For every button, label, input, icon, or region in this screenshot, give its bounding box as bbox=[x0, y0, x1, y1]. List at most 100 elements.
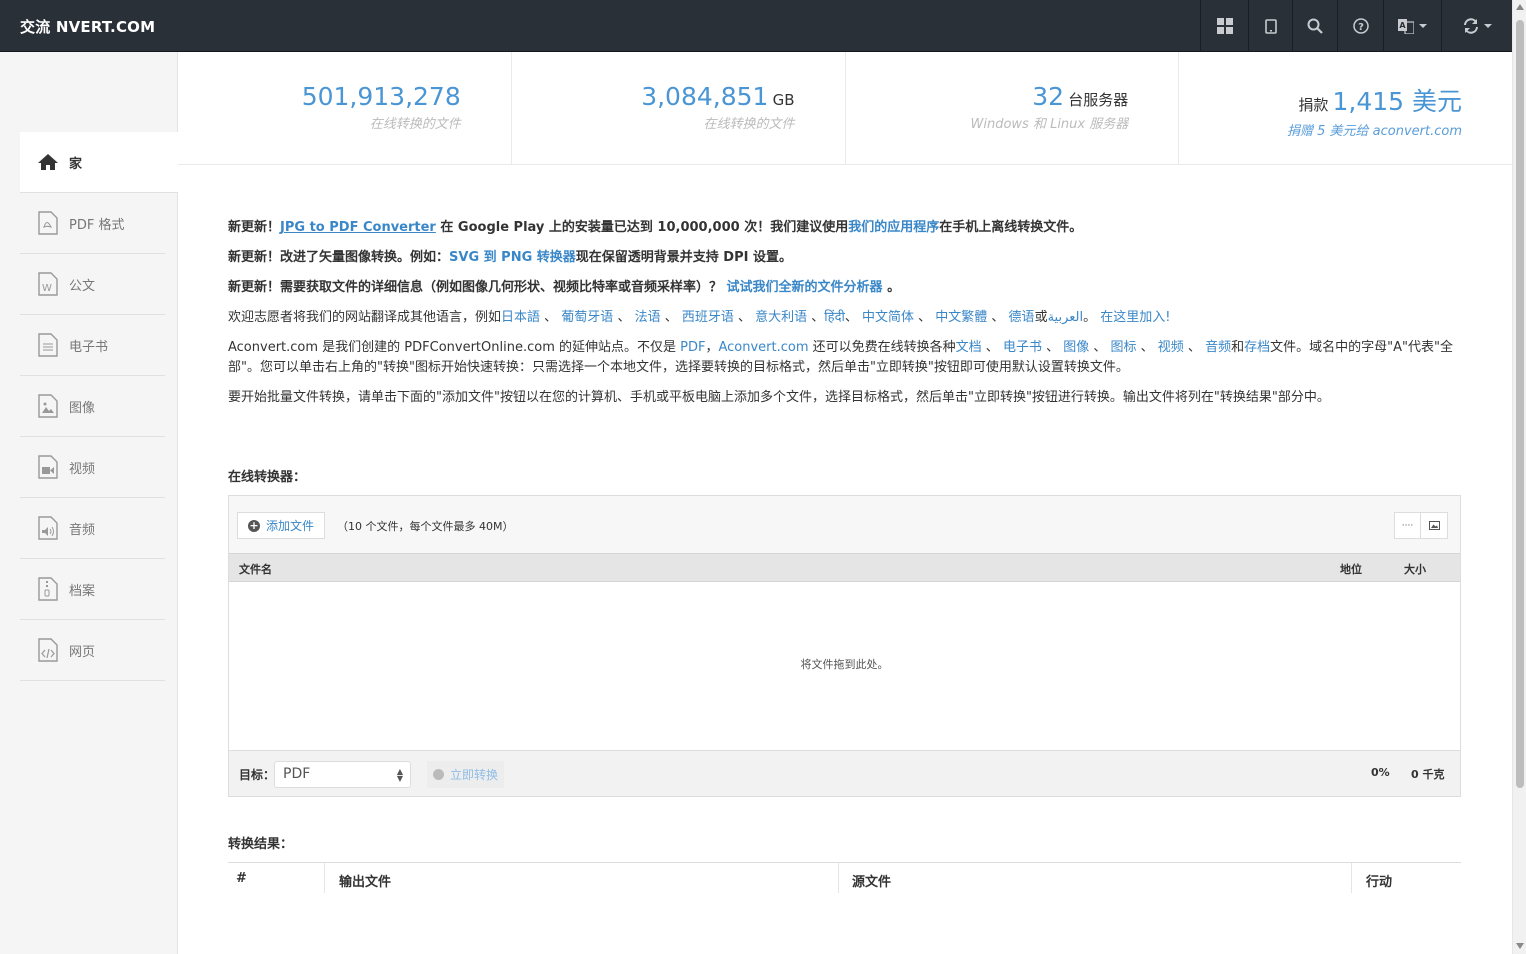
search-button[interactable] bbox=[1292, 0, 1337, 52]
donate-link[interactable]: 捐赠 5 美元给 aconvert.com bbox=[1179, 120, 1462, 139]
news-text: 新更新！ bbox=[228, 220, 281, 235]
column-number: # bbox=[236, 871, 247, 886]
sidebar-item-ebook[interactable]: 电子书 bbox=[20, 315, 165, 376]
intro-text-part: ， bbox=[705, 340, 719, 355]
news-text: 在 Google Play 上的安装量已达到 10,000,000 次！我们建议… bbox=[435, 220, 849, 235]
lang-link-italian[interactable]: 意大利语 bbox=[755, 310, 807, 325]
help-button[interactable]: ? bbox=[1337, 0, 1383, 52]
sidebar-item-label: 视频 bbox=[69, 461, 96, 477]
intro-text-part: 还可以免费在线转换各种 bbox=[808, 340, 956, 355]
pdf-link[interactable]: PDF bbox=[680, 340, 705, 355]
aconvert-link[interactable]: Aconvert.com bbox=[718, 340, 808, 355]
file-drop-zone[interactable]: 将文件拖到此处。 bbox=[229, 582, 1460, 750]
ebook-link[interactable]: 电子书 bbox=[1003, 340, 1042, 355]
lang-link-spanish[interactable]: 西班牙语 bbox=[682, 310, 734, 325]
column-action: 行动 bbox=[1366, 875, 1393, 890]
list-view-button[interactable]: ···· bbox=[1394, 512, 1421, 539]
news-item-1: 新更新！JPG to PDF Converter 在 Google Play 上… bbox=[228, 218, 1468, 238]
scroll-down-arrow-icon[interactable] bbox=[1516, 943, 1524, 949]
stat-unit: 台服务器 bbox=[1068, 91, 1129, 109]
intro-text-part: 和 bbox=[1231, 340, 1245, 355]
news-text: 在手机上离线转换文件。 bbox=[939, 220, 1083, 235]
view-toggle: ···· bbox=[1394, 512, 1448, 539]
select-arrows-icon: ▲ ▼ bbox=[396, 767, 403, 783]
file-analyzer-link[interactable]: 试试我们全新的文件分析器 bbox=[727, 280, 883, 295]
navbar-buttons: ? A bbox=[1200, 0, 1512, 52]
scroll-up-arrow-icon[interactable] bbox=[1516, 4, 1524, 10]
thumbnail-view-button[interactable] bbox=[1421, 512, 1448, 539]
home-icon bbox=[34, 148, 62, 176]
lang-link-japanese[interactable]: 日本語 bbox=[501, 310, 540, 325]
sidebar-item-archive[interactable]: 档案 bbox=[20, 559, 165, 620]
sidebar-item-webpage[interactable]: 网页 bbox=[20, 620, 165, 681]
lang-link-chinese-traditional[interactable]: 中文繁體 bbox=[935, 310, 987, 325]
image-file-icon bbox=[34, 392, 62, 420]
icon-link[interactable]: 图标 bbox=[1111, 340, 1137, 355]
target-format-select[interactable]: PDF ▲ ▼ bbox=[274, 761, 411, 788]
image-link[interactable]: 图像 bbox=[1063, 340, 1089, 355]
jpg-to-pdf-link[interactable]: JPG to PDF Converter bbox=[280, 220, 436, 235]
stat-caption: Windows 和 Linux 服务器 bbox=[970, 117, 1129, 132]
sidebar-item-label: 图像 bbox=[69, 400, 96, 416]
convert-now-button[interactable]: 立即转换 bbox=[427, 761, 505, 788]
target-label: 目标： bbox=[239, 768, 276, 782]
add-files-label: 添加文件 bbox=[266, 519, 315, 533]
stat-prefix: 捐款 bbox=[1298, 96, 1329, 114]
lang-link-chinese-simplified[interactable]: 中文简体 bbox=[862, 310, 914, 325]
batch-text: 要开始批量文件转换，请单击下面的"添加文件"按钮以在您的计算机、手机或平板电脑上… bbox=[228, 390, 1330, 405]
site-logo[interactable]: 交流 NVERT.COM bbox=[20, 16, 155, 37]
svg-to-png-link[interactable]: SVG 到 PNG 转换器 bbox=[449, 250, 576, 265]
archive-link[interactable]: 存档 bbox=[1244, 340, 1270, 355]
lang-link-french[interactable]: 法语 bbox=[635, 310, 661, 325]
svg-text:W: W bbox=[42, 283, 52, 294]
audio-file-icon bbox=[34, 514, 62, 542]
document-link[interactable]: 文档 bbox=[956, 340, 982, 355]
convert-refresh-button[interactable] bbox=[1441, 0, 1512, 52]
total-progress: 0% bbox=[1371, 766, 1390, 779]
news-item-3: 新更新！需要获取文件的详细信息（例如图像几何形状、视频比特率或音频采样率）？ 试… bbox=[228, 278, 1468, 298]
add-files-button[interactable]: + 添加文件 bbox=[237, 512, 326, 539]
sidebar-item-document[interactable]: W 公文 bbox=[20, 254, 165, 315]
lang-link-hindi[interactable]: हिंदी bbox=[824, 310, 845, 325]
help-icon: ? bbox=[1352, 18, 1369, 34]
files-table-header: 文件名 地位 大小 bbox=[229, 553, 1460, 582]
stat-files-converted: 501,913,278 在线转换的文件 bbox=[178, 52, 512, 164]
sidebar-item-label: PDF 格式 bbox=[69, 217, 125, 233]
column-filename: 文件名 bbox=[239, 563, 272, 576]
sidebar-item-pdf[interactable]: PDF 格式 bbox=[20, 193, 165, 254]
archive-file-icon bbox=[34, 575, 62, 603]
our-app-link[interactable]: 我们的应用程序 bbox=[848, 220, 939, 235]
sidebar-item-label: 电子书 bbox=[69, 339, 109, 355]
news-text: 现在保留透明背景并支持 DPI 设置。 bbox=[575, 250, 792, 265]
stat-caption: 在线转换的文件 bbox=[369, 117, 461, 132]
volunteer-text: 欢迎志愿者将我们的网站翻译成其他语言，例如日本語 、 葡萄牙语 、 法语 、 西… bbox=[228, 310, 1171, 325]
lang-link-arabic[interactable]: العربية bbox=[1048, 310, 1084, 325]
pdf-file-icon bbox=[34, 209, 62, 237]
tablet-button[interactable] bbox=[1248, 0, 1292, 52]
column-status: 地位 bbox=[1340, 563, 1362, 576]
page-scrollbar[interactable] bbox=[1512, 0, 1526, 954]
sidebar-item-label: 音频 bbox=[69, 522, 96, 538]
lang-link-german[interactable]: 德语 bbox=[1009, 310, 1035, 325]
sidebar-item-audio[interactable]: 音频 bbox=[20, 498, 165, 559]
convert-circle-icon bbox=[433, 769, 444, 780]
svg-text:?: ? bbox=[1358, 22, 1364, 33]
language-button[interactable]: A bbox=[1383, 0, 1441, 52]
sidebar-item-label: 公文 bbox=[69, 278, 96, 294]
audio-link[interactable]: 音频 bbox=[1205, 340, 1231, 355]
or-text: 或 bbox=[1034, 310, 1048, 325]
scroll-thumb[interactable] bbox=[1516, 20, 1524, 788]
lang-link-portuguese[interactable]: 葡萄牙语 bbox=[561, 310, 613, 325]
video-link[interactable]: 视频 bbox=[1158, 340, 1184, 355]
sidebar-item-home[interactable]: 家 bbox=[20, 132, 179, 193]
join-here-link[interactable]: 在这里加入! bbox=[1100, 310, 1170, 325]
converter-footer: 目标： PDF ▲ ▼ 立即转换 0% 0 千克 bbox=[229, 750, 1460, 796]
stat-value: 501,913,278 bbox=[301, 82, 461, 111]
sidebar-item-video[interactable]: 视频 bbox=[20, 437, 165, 498]
svg-text:A: A bbox=[1399, 21, 1406, 30]
stat-donations: 捐款 1,415 美元 捐赠 5 美元给 aconvert.com bbox=[1179, 52, 1512, 164]
sidebar-item-image[interactable]: 图像 bbox=[20, 376, 165, 437]
grid-button[interactable] bbox=[1200, 0, 1248, 52]
converter-panel: + 添加文件 （10 个文件，每个文件最多 40M） ···· 文件名 地位 大… bbox=[228, 495, 1461, 797]
sidebar-item-label: 档案 bbox=[69, 583, 96, 599]
